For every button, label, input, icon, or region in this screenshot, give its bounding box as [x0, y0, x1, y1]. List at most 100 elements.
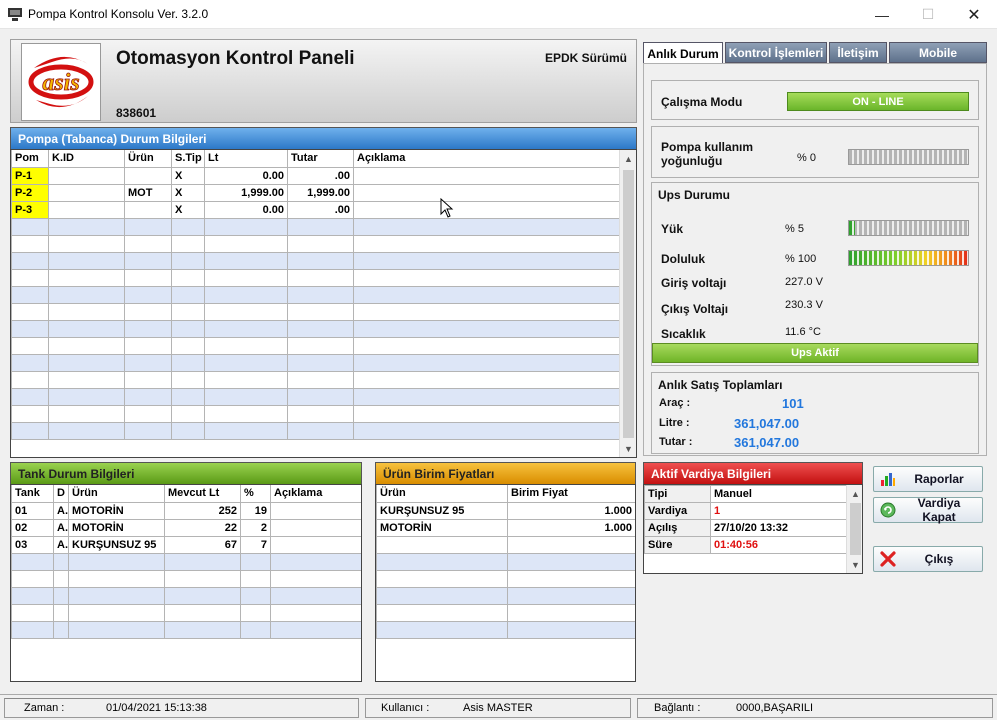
close-icon: ✕ [967, 6, 981, 24]
table-cell-empty [11, 603, 54, 622]
scroll-thumb[interactable] [623, 170, 634, 438]
table-cell-empty [240, 603, 271, 622]
shift-table-scrollbar[interactable]: ▲ ▼ [846, 485, 862, 573]
table-cell: X [171, 200, 205, 219]
table-cell-empty [11, 336, 49, 355]
table-cell [124, 166, 172, 185]
table-cell-empty [204, 268, 288, 287]
pump-table-scrollbar[interactable]: ▲ ▼ [619, 150, 636, 457]
table-cell-empty [240, 620, 271, 639]
prices-table-box: Ürün Birim Fiyat KURŞUNSUZ 95 1.000 MOTORİN… [375, 484, 636, 682]
table-row[interactable] [376, 620, 635, 639]
table-cell-empty [48, 336, 125, 355]
table-row[interactable]: P-1 X 0.00.00 [11, 166, 620, 185]
table-cell-empty [68, 569, 165, 588]
table-row[interactable]: 02 A. MOTORİN 22 2 [11, 518, 361, 537]
table-row[interactable]: 01 A. MOTORİN 252 19 [11, 501, 361, 520]
ups-load-value: % 5 [785, 223, 804, 235]
shift-table: Tipi Manuel Vardiya 1 Açılış 27/10/20 13:32 Sü… [644, 485, 847, 554]
table-cell-empty [11, 370, 49, 389]
table-cell-empty [171, 421, 205, 440]
table-row[interactable] [376, 535, 635, 554]
table-row[interactable] [376, 552, 635, 571]
column-header: Birim Fiyat [507, 485, 635, 503]
table-cell [353, 166, 620, 185]
table-row[interactable] [11, 387, 620, 406]
table-cell: .00 [287, 166, 354, 185]
tab-communication[interactable]: İletişim [829, 42, 887, 63]
table-row[interactable] [11, 620, 361, 639]
table-row[interactable] [11, 569, 361, 588]
table-cell-empty [204, 302, 288, 321]
close-shift-button[interactable]: Vardiya Kapat [873, 496, 983, 524]
table-row[interactable] [11, 336, 620, 355]
table-row[interactable] [11, 268, 620, 287]
table-row[interactable] [11, 586, 361, 605]
vehicle-count-value: 101 [782, 396, 804, 411]
table-row[interactable] [11, 285, 620, 304]
table-row[interactable] [11, 404, 620, 423]
table-row[interactable] [11, 234, 620, 253]
pump-usage-group: Pompa kullanım yoğunluğu % 0 [651, 126, 979, 178]
table-row[interactable]: MOTORİN 1.000 [376, 518, 635, 537]
table-cell: 1.000 [507, 501, 635, 520]
table-cell-empty [124, 268, 172, 287]
table-cell-empty [124, 285, 172, 304]
table-cell-empty [171, 251, 205, 270]
table-cell-empty [353, 268, 620, 287]
header-panel: asis Otomasyon Kontrol Paneli EPDK Sürüm… [10, 39, 637, 123]
table-cell-empty [287, 319, 354, 338]
scroll-down-icon[interactable]: ▼ [620, 440, 636, 457]
table-row[interactable] [11, 217, 620, 236]
status-user-value: Asis MASTER [463, 702, 533, 714]
tab-control-operations[interactable]: Kontrol İşlemleri [725, 42, 827, 63]
table-row[interactable]: 03 A. KURŞUNSUZ 95 67 7 [11, 535, 361, 554]
table-cell: 67 [164, 535, 241, 554]
table-cell-empty [507, 569, 635, 588]
close-button[interactable]: ✕ [951, 0, 997, 29]
scroll-down-icon[interactable]: ▼ [847, 556, 862, 573]
table-cell: 1.000 [507, 518, 635, 537]
table-row[interactable] [11, 319, 620, 338]
column-header: Açıklama [353, 150, 620, 168]
table-cell-empty [204, 336, 288, 355]
close-shift-button-label: Vardiya Kapat [917, 496, 961, 524]
table-cell: KURŞUNSUZ 95 [68, 535, 165, 554]
maximize-button[interactable]: ☐ [905, 0, 951, 29]
tab-live-status[interactable]: Anlık Durum [643, 42, 723, 64]
table-row[interactable] [11, 353, 620, 372]
table-row[interactable]: P-2 MOT X 1,999.00 1,999.00 [11, 183, 620, 202]
table-row[interactable] [11, 302, 620, 321]
column-header: % [240, 485, 271, 503]
shift-field-value: Manuel [710, 485, 847, 503]
table-row[interactable] [376, 586, 635, 605]
scroll-up-icon[interactable]: ▲ [847, 485, 862, 502]
table-row[interactable] [11, 421, 620, 440]
table-row[interactable] [11, 370, 620, 389]
table-row[interactable]: KURŞUNSUZ 95 1.000 [376, 501, 635, 520]
table-cell [48, 166, 125, 185]
scroll-thumb[interactable] [850, 503, 861, 555]
reports-button-label: Raporlar [914, 472, 964, 486]
reports-button[interactable]: Raporlar [873, 466, 983, 492]
exit-button[interactable]: Çıkış [873, 546, 983, 572]
table-cell-empty [48, 404, 125, 423]
table-row[interactable] [376, 603, 635, 622]
ups-load-label: Yük [661, 222, 684, 236]
table-row[interactable] [11, 603, 361, 622]
table-row[interactable]: P-3 X 0.00.00 [11, 200, 620, 219]
table-row[interactable] [376, 569, 635, 588]
table-row[interactable] [11, 251, 620, 270]
scroll-up-icon[interactable]: ▲ [620, 150, 636, 167]
table-cell-empty [171, 387, 205, 406]
table-cell-empty [270, 620, 361, 639]
table-row[interactable] [11, 552, 361, 571]
table-cell-empty [11, 586, 54, 605]
table-cell-empty [164, 569, 241, 588]
station-code: 838601 [116, 106, 157, 120]
table-cell-empty [164, 620, 241, 639]
tab-mobile[interactable]: Mobile [889, 42, 987, 63]
minimize-button[interactable]: — [859, 0, 905, 29]
table-cell-empty [124, 370, 172, 389]
ups-title: Ups Durumu [658, 188, 730, 202]
